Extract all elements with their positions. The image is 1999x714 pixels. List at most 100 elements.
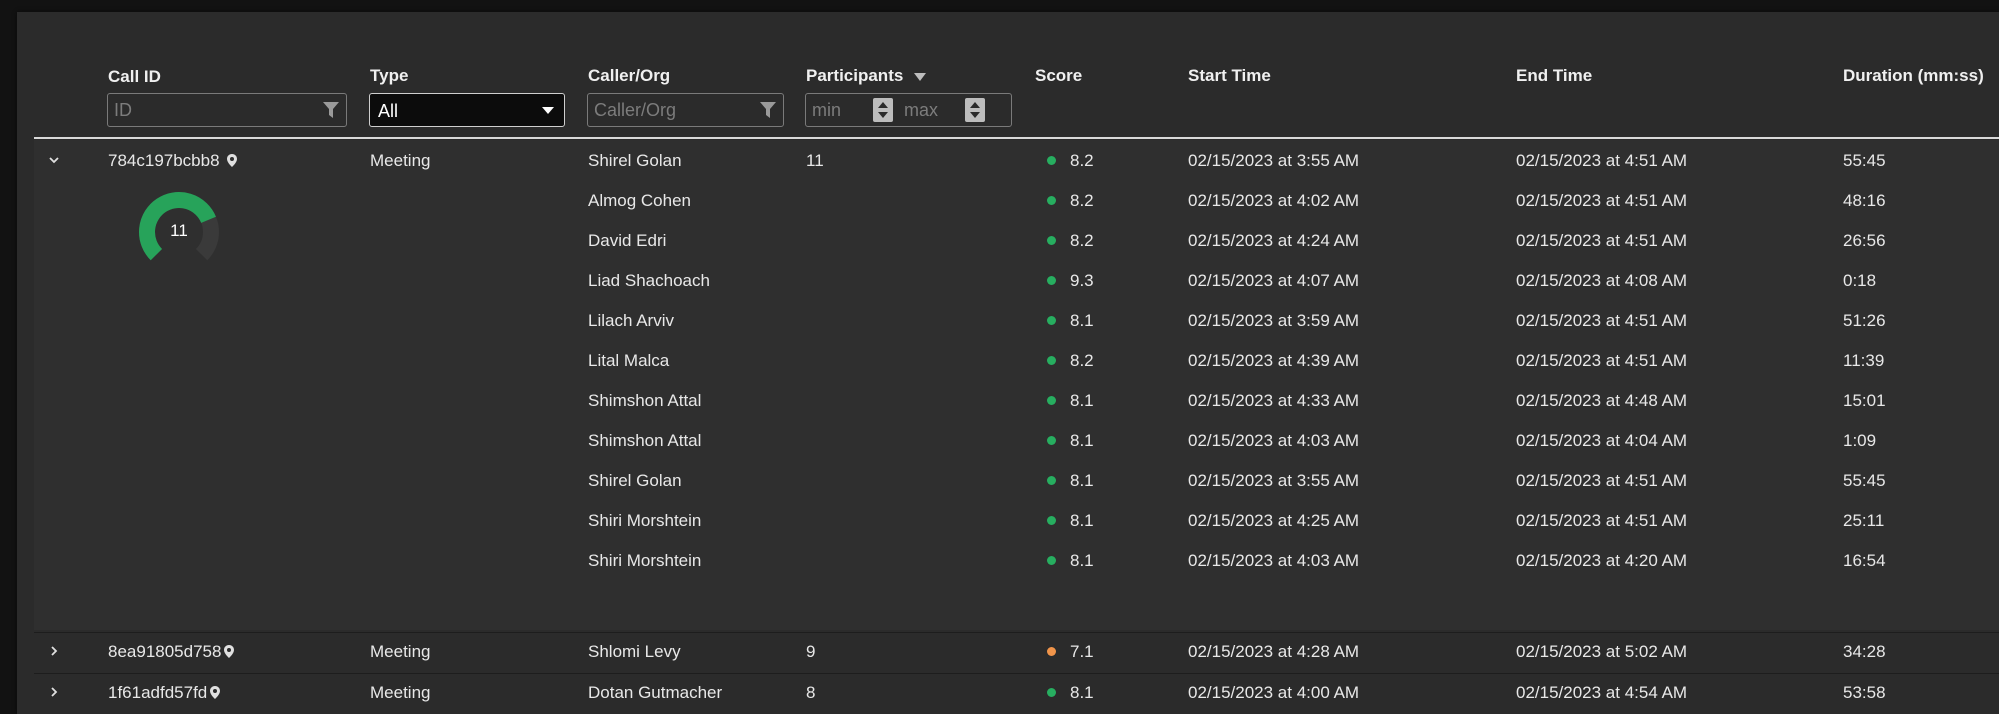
gauge-label: 11 [170,221,188,240]
caller-cell: Dotan Gutmacher [588,683,723,702]
participant-end-time: 02/15/2023 at 4:51 AM [1516,351,1688,370]
score-status-dot [1047,356,1056,365]
duration-cell: 53:58 [1843,683,1886,702]
start-time-cell: 02/15/2023 at 3:55 AM [1188,151,1360,170]
expanded-row-details [34,140,1999,630]
participants-min-input[interactable] [812,100,867,120]
type-select[interactable]: All [369,93,565,127]
caller-cell: Shirel Golan [588,151,682,170]
type-cell: Meeting [370,151,431,170]
participants-max-input[interactable] [904,100,959,120]
participant-score: 8.1 [1070,471,1094,490]
participant-start-time: 02/15/2023 at 4:24 AM [1188,231,1360,250]
participant-start-time: 02/15/2023 at 4:07 AM [1188,271,1360,290]
participant-duration: 15:01 [1843,391,1886,410]
caller-filter[interactable] [587,93,784,127]
participant-start-time: 02/15/2023 at 4:33 AM [1188,391,1360,410]
start-time-cell: 02/15/2023 at 4:28 AM [1188,642,1360,661]
participant-name: Liad Shachoach [588,271,710,290]
participant-name: Lilach Arviv [588,311,674,330]
location-pin-icon[interactable] [224,645,235,658]
score-status-dot [1047,688,1056,697]
caller-cell: Shlomi Levy [588,642,681,661]
column-header-duration[interactable]: Duration (mm:ss) [1843,66,1984,86]
participant-start-time: 02/15/2023 at 4:03 AM [1188,431,1360,450]
score-cell: 8.2 [1070,151,1094,170]
participant-score: 9.3 [1070,271,1094,290]
call-id-cell[interactable]: 784c197bcbb8 [108,151,238,171]
participant-duration: 51:26 [1843,311,1886,330]
start-time-cell: 02/15/2023 at 4:00 AM [1188,683,1360,702]
participant-end-time: 02/15/2023 at 4:20 AM [1516,551,1688,570]
score-status-dot [1047,156,1056,165]
participants-cell: 9 [806,642,816,661]
column-header-participants[interactable]: Participants [806,66,927,86]
participant-end-time: 02/15/2023 at 4:51 AM [1516,191,1688,210]
participant-start-time: 02/15/2023 at 4:02 AM [1188,191,1360,210]
score-status-dot [1047,647,1056,656]
call-id-filter[interactable] [107,93,347,127]
type-cell: Meeting [370,642,431,661]
participant-score: 8.1 [1070,511,1094,530]
participant-duration: 11:39 [1843,351,1885,370]
participants-cell: 8 [806,683,816,702]
column-header-end-time[interactable]: End Time [1516,66,1592,86]
participant-name: Almog Cohen [588,191,692,210]
participant-name: Lital Malca [588,351,670,370]
sort-desc-icon[interactable] [914,72,927,81]
participant-start-time: 02/15/2023 at 3:59 AM [1188,311,1360,330]
filter-icon[interactable] [323,102,339,119]
chevron-down-icon[interactable] [47,153,61,167]
participants-range-filter[interactable] [805,93,1012,127]
chevron-right-icon[interactable] [47,644,61,658]
column-header-score[interactable]: Score [1035,66,1082,86]
call-id-value: 8ea91805d758 [108,642,222,661]
call-id-cell[interactable]: 8ea91805d758 [108,642,235,662]
location-pin-icon[interactable] [210,686,221,699]
participants-header-label: Participants [806,66,904,85]
column-header-caller[interactable]: Caller/Org [588,66,670,86]
location-pin-icon[interactable] [227,154,238,167]
score-status-dot [1047,196,1056,205]
participant-duration: 16:54 [1843,551,1886,570]
chevron-down-icon [542,107,554,114]
score-status-dot [1047,316,1056,325]
call-id-value: 1f61adfd57fd [108,683,208,702]
participant-end-time: 02/15/2023 at 4:48 AM [1516,391,1688,410]
participant-score: 8.1 [1070,391,1094,410]
header-divider [34,137,1999,139]
max-stepper-icon[interactable] [965,98,985,122]
column-header-call-id[interactable]: Call ID [108,67,161,87]
participant-name: Shiri Morshtein [588,551,702,570]
participant-name: Shimshon Attal [588,431,702,450]
end-time-cell: 02/15/2023 at 4:51 AM [1516,151,1688,170]
duration-cell: 55:45 [1843,151,1886,170]
participant-duration: 1:09 [1843,431,1877,450]
chevron-right-icon[interactable] [47,685,61,699]
score-status-dot [1047,236,1056,245]
participant-name: Shiri Morshtein [588,511,702,530]
participant-score: 8.1 [1070,551,1094,570]
call-id-filter-input[interactable] [114,100,281,120]
participant-score: 8.1 [1070,431,1094,450]
participant-score: 8.2 [1070,231,1094,250]
column-header-start-time[interactable]: Start Time [1188,66,1271,86]
filter-icon[interactable] [760,102,776,119]
type-select-value: All [378,101,399,121]
participant-duration: 26:56 [1843,231,1886,250]
participant-score: 8.2 [1070,351,1094,370]
caller-filter-input[interactable] [594,100,731,120]
participants-cell: 11 [806,151,824,170]
min-stepper-icon[interactable] [873,98,893,122]
participant-score: 8.1 [1070,311,1094,330]
call-id-cell[interactable]: 1f61adfd57fd [108,683,221,703]
participant-duration: 25:11 [1843,511,1885,530]
score-status-dot [1047,476,1056,485]
score-status-dot [1047,516,1056,525]
column-header-type[interactable]: Type [370,66,408,86]
score-status-dot [1047,276,1056,285]
participant-start-time: 02/15/2023 at 3:55 AM [1188,471,1360,490]
participant-end-time: 02/15/2023 at 4:04 AM [1516,431,1688,450]
end-time-cell: 02/15/2023 at 4:54 AM [1516,683,1688,702]
participant-end-time: 02/15/2023 at 4:51 AM [1516,471,1688,490]
